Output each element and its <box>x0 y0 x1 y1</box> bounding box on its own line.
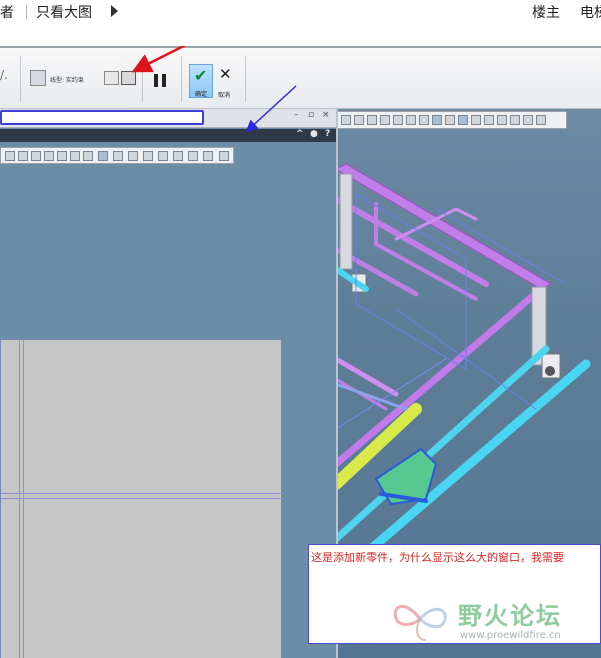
view-large-image-link[interactable]: 只看大图 <box>36 2 92 22</box>
separator <box>26 5 27 19</box>
blue-arrow <box>245 85 297 133</box>
screenshot-page: 者 只看大图 楼主 电梯 /. 线型: 实约束 ✔ 确定 ✕ 取消 <box>0 0 601 658</box>
red-arrow <box>131 46 187 73</box>
forum-header-bar: 者 只看大图 楼主 电梯 <box>0 0 601 26</box>
play-triangle-icon[interactable] <box>111 5 118 17</box>
author-link-fragment[interactable]: 者 <box>0 2 14 22</box>
elevator-link-fragment[interactable]: 电梯 <box>580 2 601 22</box>
annotation-arrows <box>131 46 297 133</box>
floor-owner-link[interactable]: 楼主 <box>532 2 560 22</box>
cad-screenshot: /. 线型: 实约束 ✔ 确定 ✕ 取消 – ▫ × ^ ● ? 这是添加新零件… <box>0 46 601 658</box>
